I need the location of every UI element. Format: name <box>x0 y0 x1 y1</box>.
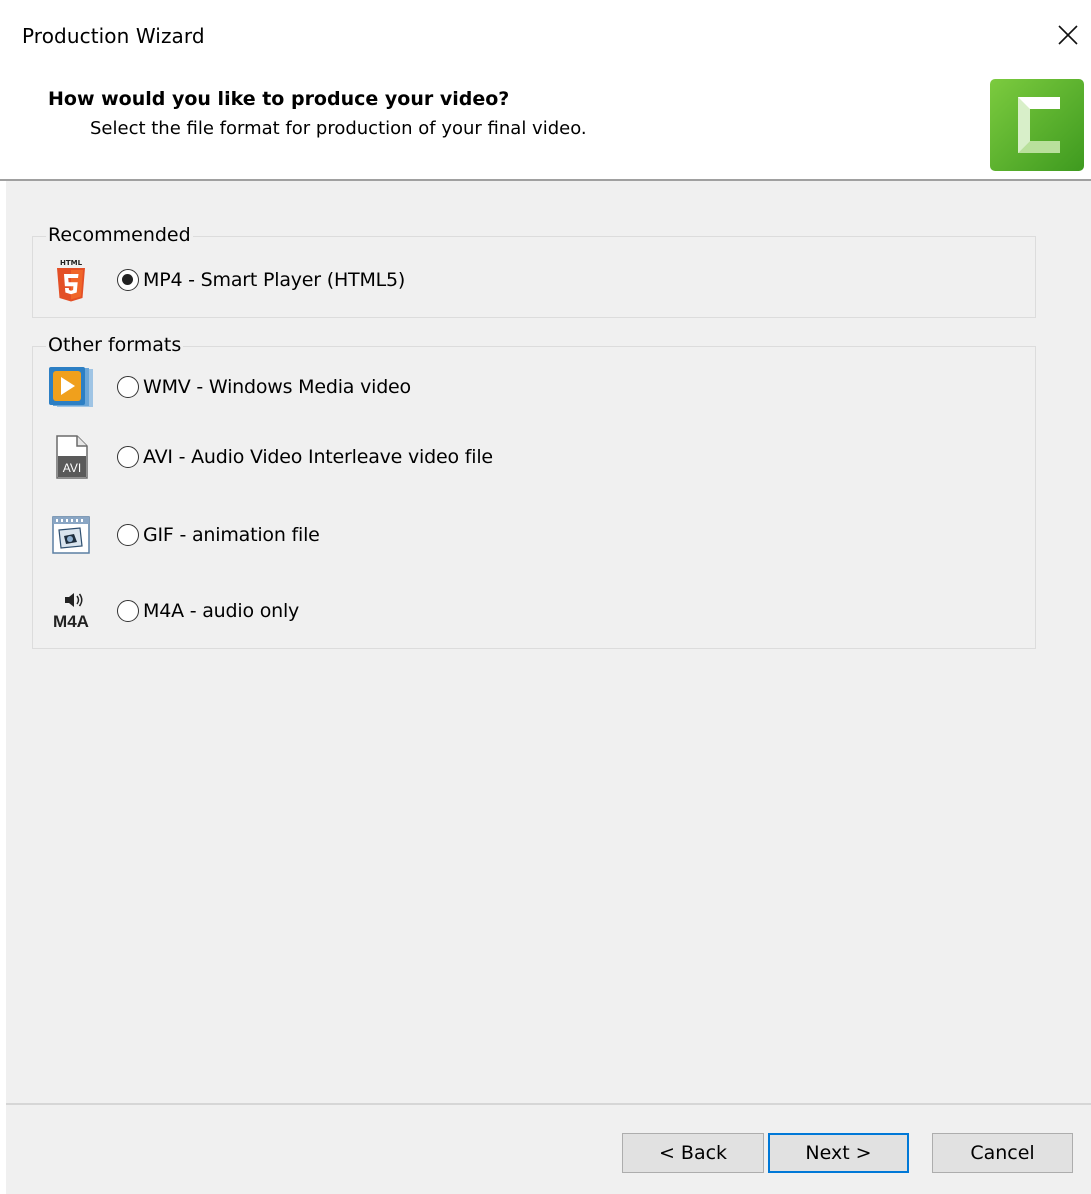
back-button[interactable]: < Back <box>622 1133 764 1173</box>
svg-text:AVI: AVI <box>63 461 81 475</box>
avi-label[interactable]: AVI - Audio Video Interleave video file <box>143 446 493 468</box>
wmv-radio[interactable] <box>117 376 139 398</box>
cancel-button[interactable]: Cancel <box>932 1133 1073 1173</box>
option-m4a[interactable]: M4A M4A - audio only <box>47 588 299 634</box>
window-title: Production Wizard <box>22 24 205 48</box>
other-formats-group: Other formats WMV - Windows Media video <box>32 334 1036 649</box>
gif-animation-icon <box>47 512 95 558</box>
other-formats-legend: Other formats <box>46 334 184 356</box>
svg-text:M4A: M4A <box>53 612 89 631</box>
wizard-body: Recommended HTML MP4 - Smart Player (HTM… <box>6 181 1091 1105</box>
recommended-group: Recommended HTML MP4 - Smart Player (HTM… <box>32 224 1036 318</box>
wizard-header: How would you like to produce your video… <box>0 74 1091 179</box>
gif-label[interactable]: GIF - animation file <box>143 524 320 546</box>
avi-file-icon: AVI <box>47 434 95 480</box>
option-mp4[interactable]: HTML MP4 - Smart Player (HTML5) <box>47 257 405 303</box>
option-wmv[interactable]: WMV - Windows Media video <box>47 364 411 410</box>
mp4-radio[interactable] <box>117 269 139 291</box>
wmv-label[interactable]: WMV - Windows Media video <box>143 376 411 398</box>
title-bar: Production Wizard <box>0 0 1091 74</box>
production-wizard-dialog: Production Wizard How would you like to … <box>0 0 1091 1194</box>
option-gif[interactable]: GIF - animation file <box>47 512 320 558</box>
html5-icon: HTML <box>47 257 95 303</box>
m4a-audio-icon: M4A <box>47 588 95 634</box>
wmv-media-icon <box>47 364 95 410</box>
option-avi[interactable]: AVI AVI - Audio Video Interleave video f… <box>47 434 493 480</box>
avi-radio[interactable] <box>117 446 139 468</box>
m4a-label[interactable]: M4A - audio only <box>143 600 299 622</box>
gif-radio[interactable] <box>117 524 139 546</box>
next-button[interactable]: Next > <box>768 1133 909 1173</box>
page-subtitle: Select the file format for production of… <box>90 118 587 139</box>
close-button[interactable] <box>1045 12 1091 58</box>
page-title: How would you like to produce your video… <box>48 88 510 110</box>
svg-text:HTML: HTML <box>60 259 83 267</box>
camtasia-logo-icon <box>990 79 1084 171</box>
m4a-radio[interactable] <box>117 600 139 622</box>
close-icon <box>1058 25 1078 45</box>
wizard-footer <box>6 1105 1091 1194</box>
mp4-label[interactable]: MP4 - Smart Player (HTML5) <box>143 269 405 291</box>
recommended-legend: Recommended <box>46 224 193 246</box>
